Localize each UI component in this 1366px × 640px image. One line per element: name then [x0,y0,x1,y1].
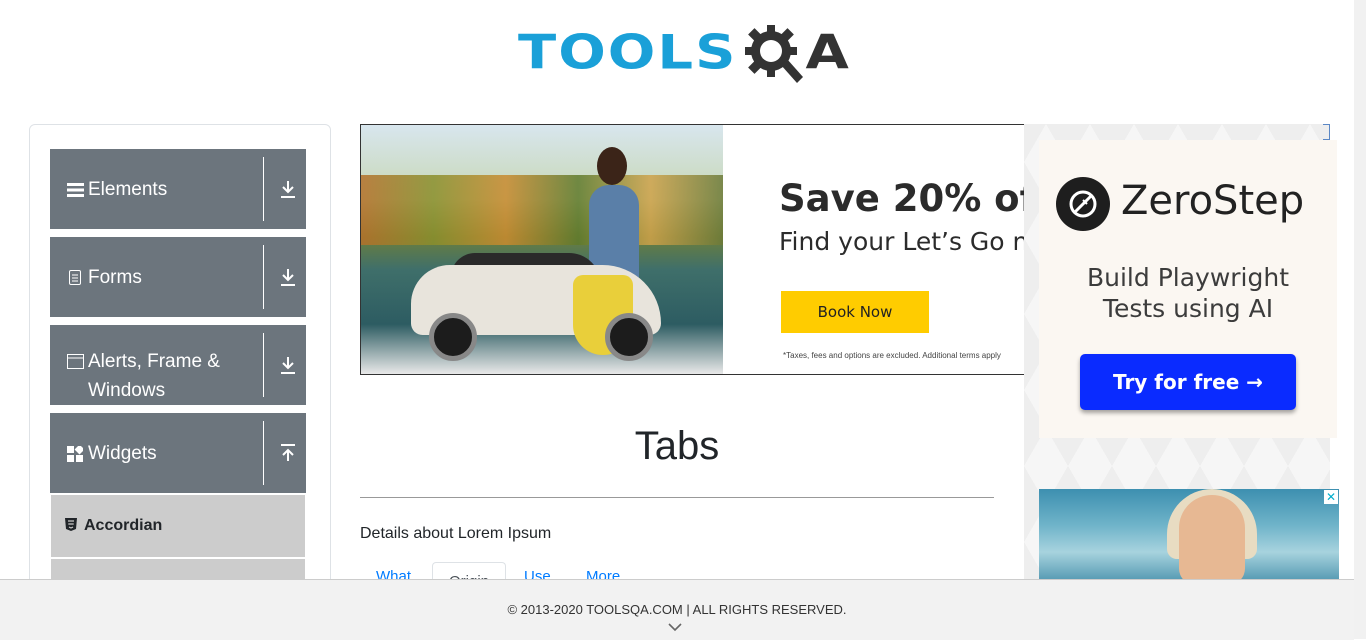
ad-subline: Find your Let’s Go n [779,227,1026,256]
tagline-line: Tests using AI [1102,294,1274,323]
group-alerts-frame-windows[interactable]: Alerts, Frame & Windows [50,325,306,405]
upload-arrow-icon[interactable] [276,441,300,465]
toolsqa-logo[interactable]: TOOLS A [518,16,849,90]
ad-fine-print: *Taxes, fees and options are excluded. A… [783,351,1001,360]
group-label: Alerts, Frame & Windows [88,351,220,401]
group-forms[interactable]: Forms [50,237,306,317]
zerostep-logo-icon [1056,177,1110,231]
details-text: Details about Lorem Ipsum [360,525,552,542]
group-label: Elements [88,179,168,200]
close-icon[interactable]: ✕ [1324,490,1338,504]
download-arrow-icon[interactable] [276,177,300,201]
group-label: Widgets [88,443,157,464]
ad-photo [361,125,723,374]
page-title: Tabs [634,424,720,468]
logo-text-a: A [805,24,849,81]
group-divider [263,421,264,485]
banner-ad[interactable]: Save 20% off l Find your Let’s Go n Book… [360,124,1026,375]
group-widgets[interactable]: Widgets [50,413,306,493]
zerostep-ad[interactable]: ZeroStep Build Playwright Tests using AI… [1039,140,1337,438]
sidebar-item-label: Accordian [84,517,163,534]
group-divider [263,157,264,221]
title-divider [360,497,994,498]
logo-text-tools: TOOLS [518,24,738,81]
left-panel: Elements Forms Alerts, Frame & Windows W… [29,124,331,596]
tagline-line: Build Playwright [1086,263,1290,292]
image-ad[interactable]: ✕ [1039,489,1339,579]
adchoices-icon[interactable] [1323,124,1330,140]
zerostep-tagline: Build Playwright Tests using AI [1039,262,1337,324]
try-for-free-button[interactable]: Try for free → [1080,354,1296,410]
zerostep-brand: ZeroStep [1121,178,1305,224]
download-arrow-icon[interactable] [276,353,300,377]
group-label: Forms [88,267,142,288]
book-now-button[interactable]: Book Now [781,291,929,333]
footer: © 2013-2020 TOOLSQA.COM | ALL RIGHTS RES… [0,579,1354,640]
group-elements[interactable]: Elements [50,149,306,229]
copyright-text: © 2013-2020 TOOLSQA.COM | ALL RIGHTS RES… [507,602,847,617]
sidebar-item-accordian[interactable]: Accordian [51,495,305,557]
gear-magnifier-icon [745,25,804,83]
scrollbar[interactable] [1354,0,1366,639]
widgets-icon [66,439,84,468]
download-arrow-icon[interactable] [276,265,300,289]
document-icon [66,263,84,292]
group-divider [263,245,264,309]
hamburger-icon [66,175,84,204]
html5-icon [65,518,77,534]
ad-headline: Save 20% off l [779,177,1025,220]
chevron-down-icon[interactable] [668,622,682,632]
window-icon [66,347,84,376]
group-divider [263,333,264,397]
